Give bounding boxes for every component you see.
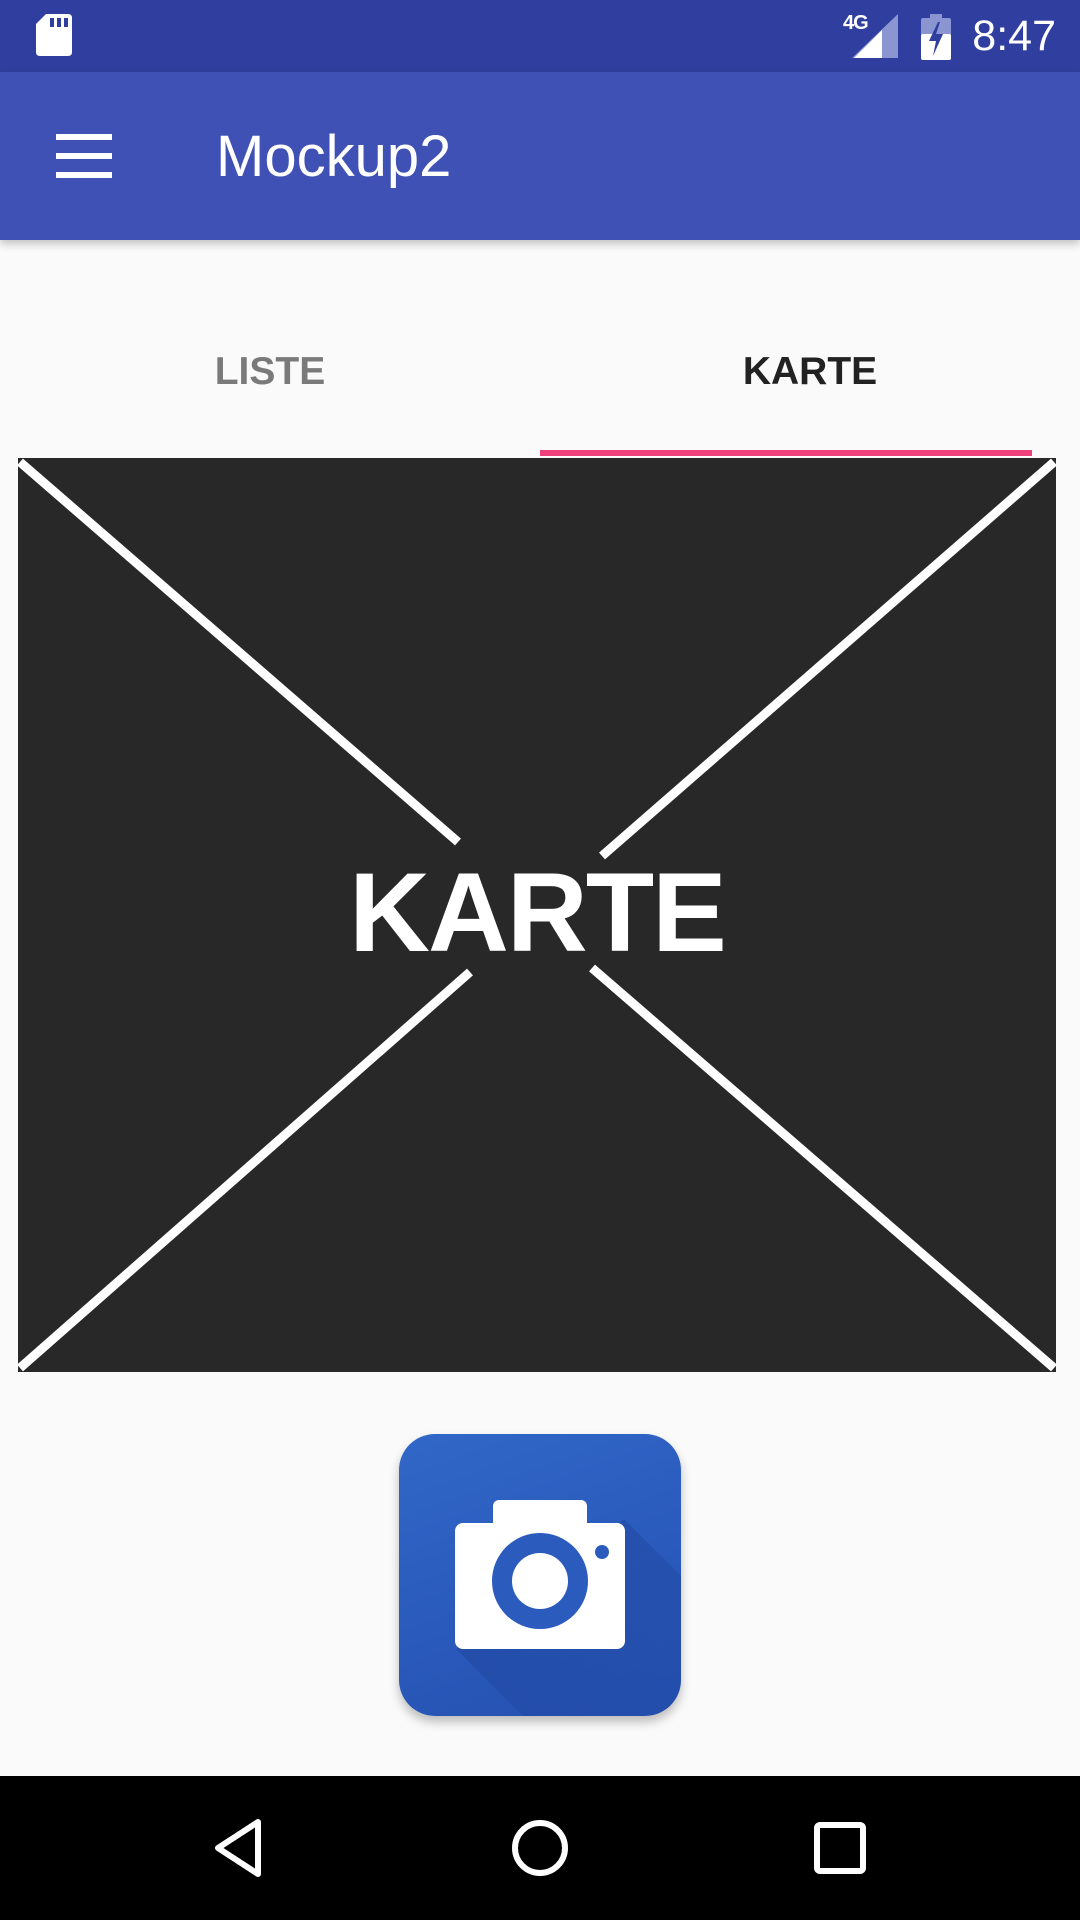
- tab-bar: LISTE KARTE: [0, 240, 1080, 456]
- nav-home-button[interactable]: [500, 1808, 580, 1888]
- app-title: Mockup2: [216, 124, 452, 189]
- back-icon: [215, 1819, 261, 1877]
- recents-icon: [814, 1822, 866, 1874]
- navigation-bar: [0, 1776, 1080, 1920]
- map-placeholder: KARTE: [18, 458, 1056, 1372]
- camera-icon: [455, 1500, 681, 1716]
- camera-button[interactable]: [399, 1434, 681, 1716]
- nav-back-button[interactable]: [200, 1808, 280, 1888]
- map-placeholder-label: KARTE: [349, 850, 727, 975]
- status-time: 8:47: [972, 12, 1056, 60]
- menu-button[interactable]: [40, 116, 126, 196]
- home-icon: [512, 1820, 568, 1876]
- screen: 4G 8:47 Mockup2 LISTE KARTE KARTE: [0, 0, 1080, 1920]
- tab-liste[interactable]: LISTE: [0, 240, 540, 456]
- tab-liste-label: LISTE: [214, 350, 326, 393]
- nav-recents-button[interactable]: [800, 1808, 880, 1888]
- status-bar: 4G 8:47: [0, 0, 1080, 72]
- app-bar: Mockup2: [0, 72, 1080, 240]
- tab-indicator: [540, 450, 1032, 456]
- tab-karte-label: KARTE: [742, 350, 878, 393]
- tab-karte[interactable]: KARTE: [540, 240, 1080, 456]
- signal-icon: [852, 14, 898, 58]
- sd-card-icon: [36, 14, 72, 56]
- battery-charging-icon: [921, 14, 951, 60]
